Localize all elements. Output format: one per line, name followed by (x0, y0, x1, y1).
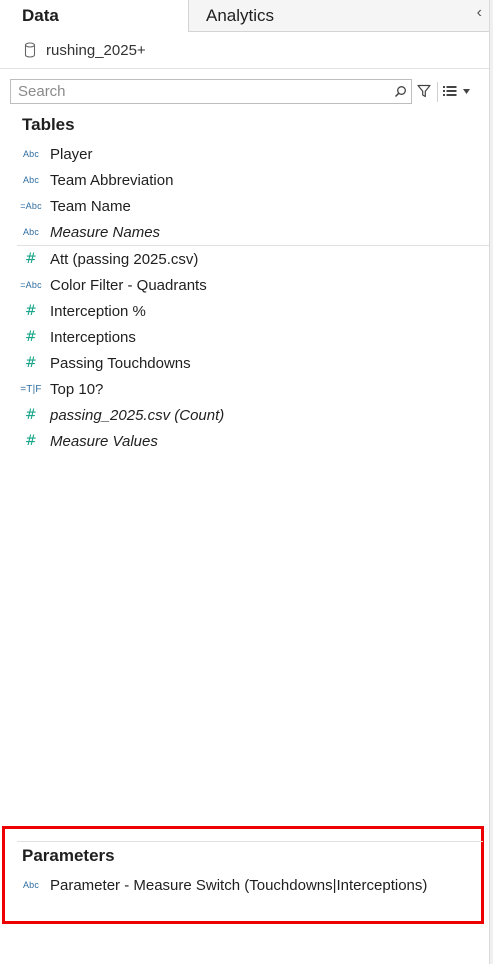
search-input[interactable] (18, 82, 388, 101)
field-player[interactable]: Abc Player (0, 141, 489, 167)
field-label: Player (50, 145, 93, 163)
field-label: Top 10? (50, 380, 104, 398)
datasource-name: rushing_2025+ (46, 41, 146, 59)
string-type-icon: Abc (22, 149, 40, 159)
field-measure-values[interactable]: # Measure Values (0, 428, 489, 454)
collapse-pane-icon[interactable]: ‹ (477, 4, 482, 22)
field-passing-touchdowns[interactable]: # Passing Touchdowns (0, 350, 489, 376)
tables-field-list: Abc Player Abc Team Abbreviation =Abc Te… (0, 141, 489, 454)
chevron-down-icon[interactable] (463, 89, 470, 94)
field-passing-count[interactable]: # passing_2025.csv (Count) (0, 402, 489, 428)
field-label: Att (passing 2025.csv) (50, 250, 199, 268)
field-team-abbreviation[interactable]: Abc Team Abbreviation (0, 167, 489, 193)
search-field[interactable] (10, 79, 412, 104)
parameters-heading: Parameters (22, 846, 115, 865)
parameter-label: Parameter - Measure Switch (Touchdowns|I… (50, 876, 428, 894)
field-top-10[interactable]: =T|F Top 10? (0, 376, 489, 402)
filter-icon[interactable] (417, 84, 431, 98)
field-team-name[interactable]: =Abc Team Name (0, 193, 489, 219)
field-label: Passing Touchdowns (50, 354, 191, 372)
boolean-type-icon: =T|F (20, 383, 42, 395)
search-icon[interactable] (394, 85, 407, 98)
string-type-icon: Abc (22, 227, 40, 237)
number-type-icon: # (25, 407, 37, 423)
field-label: Interception % (50, 302, 146, 320)
pane-tabs: Data Analytics ‹ (0, 0, 490, 32)
string-type-icon: Abc (22, 175, 40, 185)
field-label: Team Name (50, 197, 131, 215)
toolbar-divider (437, 82, 438, 102)
field-label: Measure Values (50, 432, 158, 450)
divider (0, 68, 489, 69)
field-color-filter-quadrants[interactable]: =Abc Color Filter - Quadrants (0, 272, 489, 298)
tab-analytics-label: Analytics (206, 6, 275, 25)
string-type-icon: Abc (22, 880, 40, 890)
list-view-icon[interactable] (443, 86, 457, 96)
number-type-icon: # (25, 251, 37, 267)
number-type-icon: # (25, 329, 37, 345)
number-type-icon: # (25, 303, 37, 319)
field-att-passing[interactable]: # Att (passing 2025.csv) (0, 246, 489, 272)
parameters-divider (17, 841, 483, 842)
field-label: Measure Names (50, 223, 161, 241)
field-interceptions[interactable]: # Interceptions (0, 324, 489, 350)
calculated-string-type-icon: =Abc (20, 201, 42, 211)
tables-heading: Tables (22, 115, 75, 134)
field-interception-pct[interactable]: # Interception % (0, 298, 489, 324)
tab-data[interactable]: Data (0, 0, 188, 32)
tab-analytics[interactable]: Analytics ‹ (188, 0, 490, 32)
tab-data-label: Data (22, 6, 59, 25)
datasource-row[interactable]: rushing_2025+ (24, 38, 146, 62)
parameters-list: Abc Parameter - Measure Switch (Touchdow… (0, 872, 489, 898)
number-type-icon: # (25, 433, 37, 449)
field-label: Color Filter - Quadrants (50, 276, 207, 294)
parameter-measure-switch[interactable]: Abc Parameter - Measure Switch (Touchdow… (0, 872, 489, 898)
field-label: Interceptions (50, 328, 136, 346)
calculated-string-type-icon: =Abc (20, 280, 42, 290)
field-label: Team Abbreviation (50, 171, 174, 189)
database-icon (24, 42, 36, 58)
number-type-icon: # (25, 355, 37, 371)
field-label: passing_2025.csv (Count) (50, 406, 225, 424)
field-measure-names[interactable]: Abc Measure Names (0, 219, 489, 245)
